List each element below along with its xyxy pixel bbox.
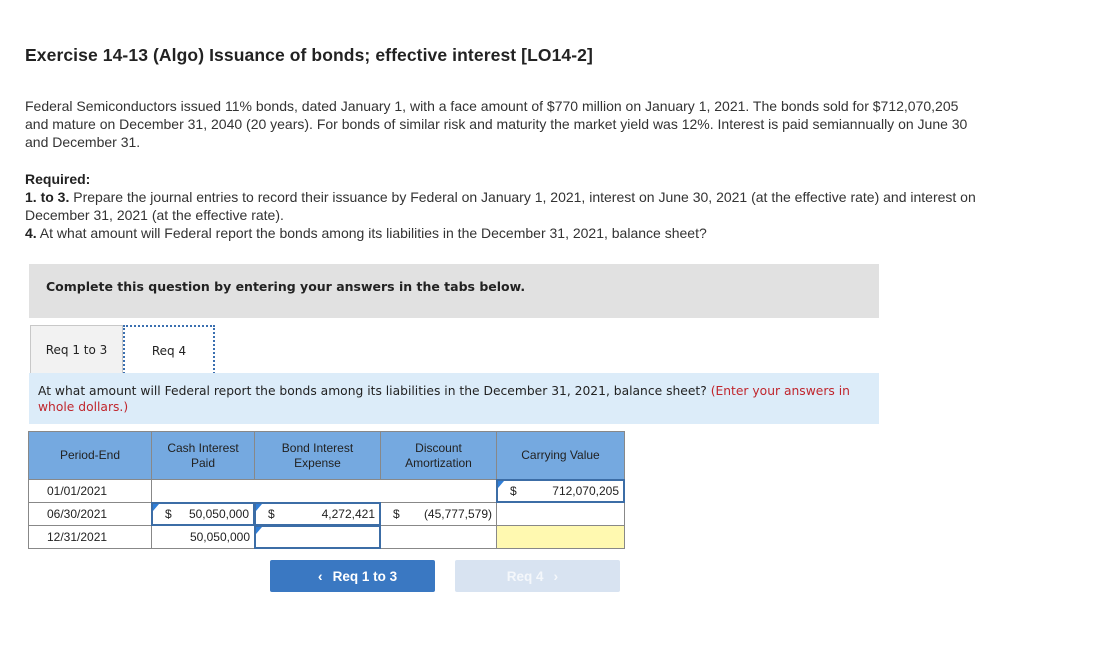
amortization-amount: (45,777,579)	[423, 507, 492, 521]
currency-symbol: $	[510, 484, 517, 498]
next-req-button: Req 4 ›	[455, 560, 620, 592]
banner-text: Complete this question by entering your …	[46, 279, 526, 294]
tab-req-4[interactable]: Req 4	[123, 325, 215, 374]
question-text: At what amount will Federal report the b…	[38, 383, 858, 415]
exercise-title: Exercise 14-13 (Algo) Issuance of bonds;…	[25, 45, 593, 65]
carrying-value-answer-cell[interactable]	[496, 525, 625, 549]
cash-interest-value: 50,050,000	[152, 526, 254, 548]
cash-interest-amount: 50,050,000	[188, 507, 249, 521]
prev-req-button[interactable]: ‹ Req 1 to 3	[270, 560, 435, 592]
currency-symbol: $	[393, 507, 400, 521]
period-cell: 06/30/2021	[28, 502, 152, 526]
carrying-value-input[interactable]: $ 712,070,205	[496, 479, 625, 503]
currency-symbol: $	[165, 507, 172, 521]
interest-expense-input[interactable]: $ 4,272,421	[254, 502, 381, 526]
cash-interest-amount: 50,050,000	[189, 530, 250, 544]
required-item-1-label: 1. to 3.	[25, 189, 70, 205]
empty-cell	[151, 479, 497, 503]
question-prompt: At what amount will Federal report the b…	[38, 384, 711, 398]
carrying-value-amount: 712,070,205	[552, 484, 619, 498]
table-row: 01/01/2021 $ 712,070,205	[28, 479, 625, 503]
header-period-end: Period-End	[28, 431, 152, 480]
instructions-banner: Complete this question by entering your …	[29, 264, 879, 318]
required-heading: Required:	[25, 171, 91, 187]
required-item-2-text: At what amount will Federal report the b…	[36, 225, 707, 241]
problem-description: Federal Semiconductors issued 11% bonds,…	[25, 98, 968, 150]
amortization-value: $ (45,777,579)	[381, 503, 496, 525]
table-header-row: Period-End Cash Interest Paid Bond Inter…	[28, 431, 625, 480]
required-section: Required: 1. to 3. Prepare the journal e…	[25, 170, 985, 242]
carrying-value-cell	[496, 502, 625, 526]
table-row: 06/30/2021 $ 50,050,000 $ 4,272,421 $ (4…	[28, 502, 625, 526]
header-discount-amortization: Discount Amortization	[380, 431, 497, 480]
interest-expense-cell[interactable]: $ 4,272,421	[254, 502, 381, 526]
cash-interest-cell[interactable]: $ 50,050,000	[151, 502, 255, 526]
amortization-schedule-table: Period-End Cash Interest Paid Bond Inter…	[28, 431, 625, 549]
interest-expense-input[interactable]	[254, 525, 381, 549]
interest-expense-amount: 4,272,421	[321, 507, 375, 521]
tab-req-1-to-3[interactable]: Req 1 to 3	[30, 325, 123, 374]
period-cell: 01/01/2021	[28, 479, 152, 503]
header-bond-interest-expense: Bond Interest Expense	[254, 431, 381, 480]
next-req-label: Req 4	[506, 568, 544, 584]
interest-expense-cell[interactable]	[254, 525, 381, 549]
amortization-cell: $ (45,777,579)	[380, 502, 497, 526]
amortization-cell	[380, 525, 497, 549]
period-cell: 12/31/2021	[28, 525, 152, 549]
cash-interest-cell: 50,050,000	[151, 525, 255, 549]
currency-symbol: $	[268, 507, 275, 521]
table-row: 12/31/2021 50,050,000	[28, 525, 625, 549]
prev-req-label: Req 1 to 3	[332, 568, 398, 584]
carrying-value-cell[interactable]: $ 712,070,205	[496, 479, 625, 503]
question-box: At what amount will Federal report the b…	[29, 373, 879, 424]
header-cash-interest-paid: Cash Interest Paid	[151, 431, 255, 480]
chevron-right-icon: ›	[553, 568, 559, 584]
cash-interest-input[interactable]: $ 50,050,000	[151, 502, 255, 526]
required-item-1-text: Prepare the journal entries to record th…	[25, 189, 976, 223]
header-carrying-value: Carrying Value	[496, 431, 625, 480]
chevron-left-icon: ‹	[317, 568, 323, 584]
required-item-2-label: 4.	[25, 225, 37, 241]
